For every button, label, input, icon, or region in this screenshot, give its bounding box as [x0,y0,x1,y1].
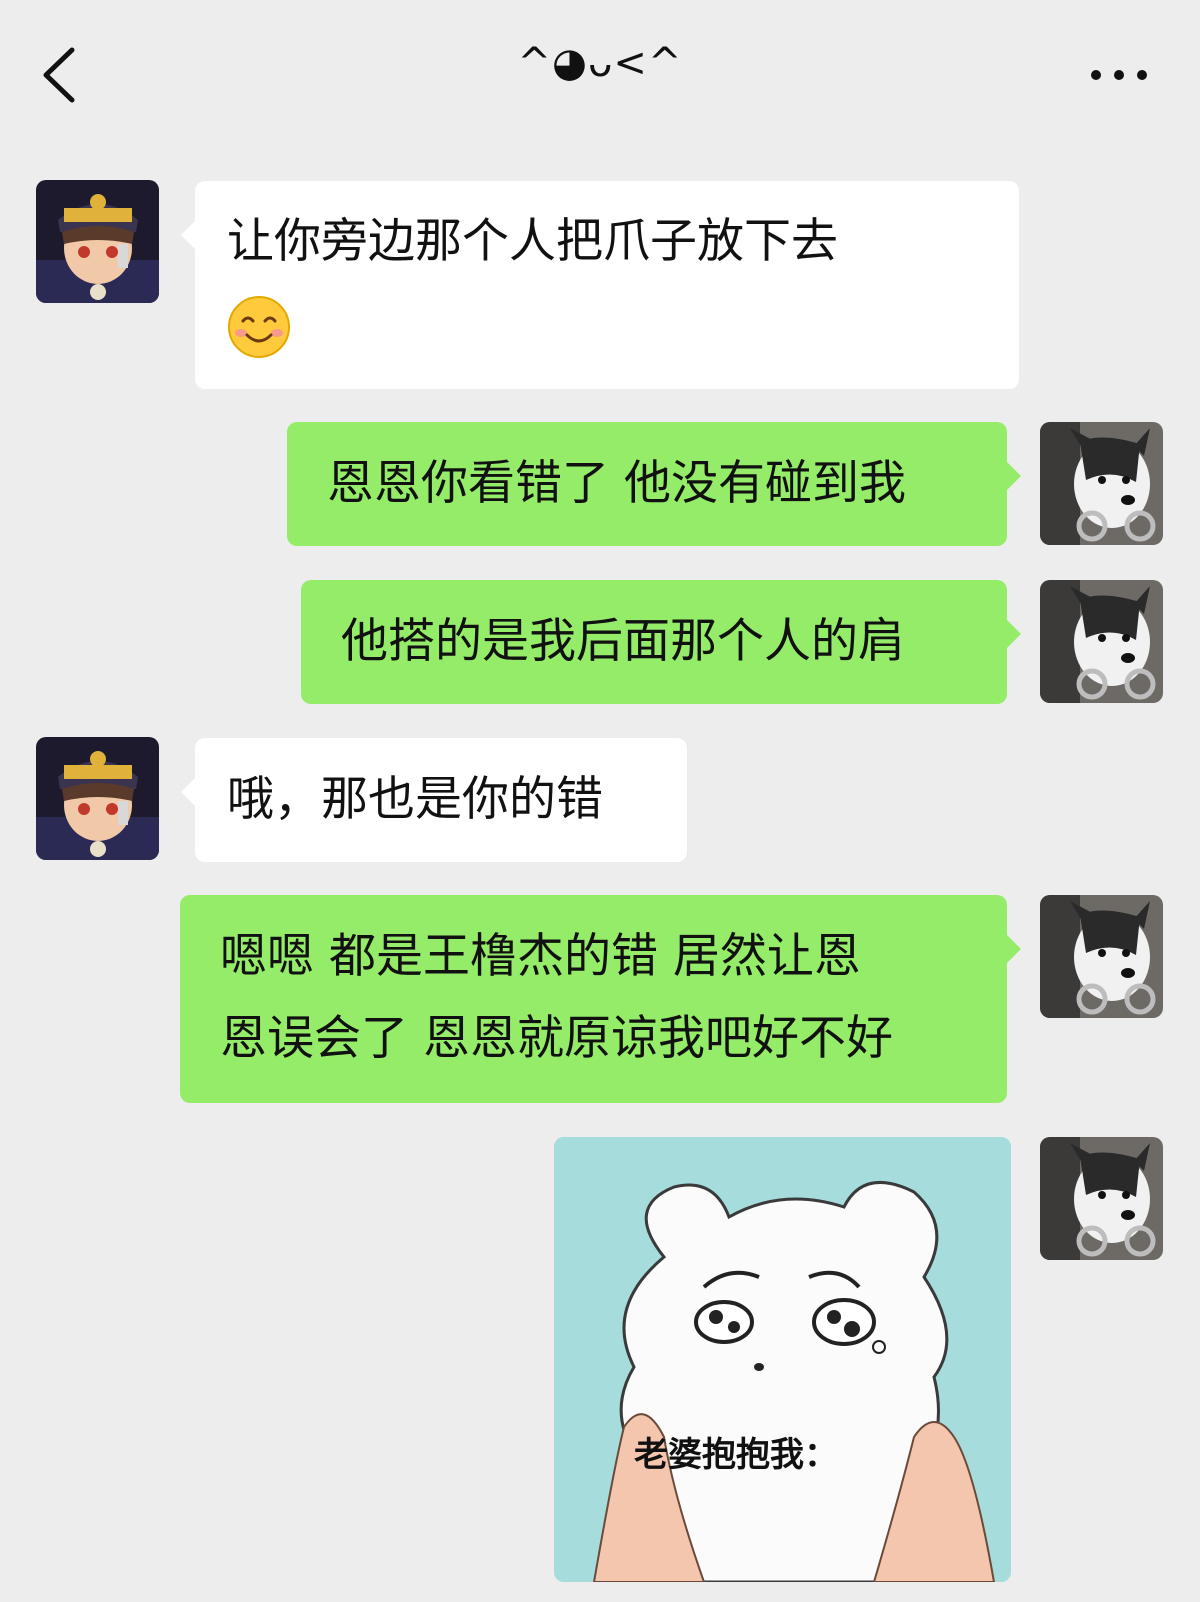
chat-header: ^◕ᴗ<^ [0,0,1200,150]
self-avatar[interactable] [1040,422,1163,545]
message-bubble-outgoing[interactable]: 他搭的是我后面那个人的肩 [301,580,1021,704]
dog-avatar-image [1040,580,1163,703]
self-avatar[interactable] [1040,1137,1163,1260]
message-text: 让你旁边那个人把爪子放下去 [227,214,838,269]
contact-avatar[interactable] [36,737,159,860]
bubble-tail [181,778,195,806]
chat-title: ^◕ᴗ<^ [517,40,683,86]
message-text-line-2: 恩误会了 恩恩就原谅我吧好不好 [220,1011,893,1066]
dog-avatar-image [1040,422,1163,545]
bubble-tail [1007,462,1021,490]
message-bubble-outgoing[interactable]: 嗯嗯 都是王橹杰的错 居然让恩 恩误会了 恩恩就原谅我吧好不好 [180,895,1021,1103]
message-text: 哦，那也是你的错 [227,772,603,827]
anime-character-avatar-image [36,180,159,303]
bubble-tail [181,221,195,249]
anime-character-avatar-image [36,737,159,860]
sticker-message[interactable]: 老婆抱抱我： [554,1137,1011,1582]
message-text-line-1: 嗯嗯 都是王橹杰的错 居然让恩 [220,929,861,984]
dog-avatar-image [1040,895,1163,1018]
bubble-tail [1007,620,1021,648]
message-text: 恩恩你看错了 他没有碰到我 [327,456,906,511]
contact-avatar[interactable] [36,180,159,303]
more-horizontal-icon [1091,70,1147,80]
smiling-face-emoji-icon [228,295,290,358]
more-options-button[interactable] [1084,60,1154,90]
message-bubble-outgoing[interactable]: 恩恩你看错了 他没有碰到我 [287,422,1021,546]
self-avatar[interactable] [1040,895,1163,1018]
self-avatar[interactable] [1040,580,1163,703]
message-bubble-incoming[interactable]: 哦，那也是你的错 [181,738,687,862]
crying-puppy-sticker-image [554,1137,1011,1582]
bubble-tail [1007,935,1021,963]
dog-avatar-image [1040,1137,1163,1260]
message-bubble-incoming[interactable]: 让你旁边那个人把爪子放下去 [181,181,1019,389]
message-text: 他搭的是我后面那个人的肩 [341,614,905,669]
sticker-caption: 老婆抱抱我： [634,1435,838,1475]
